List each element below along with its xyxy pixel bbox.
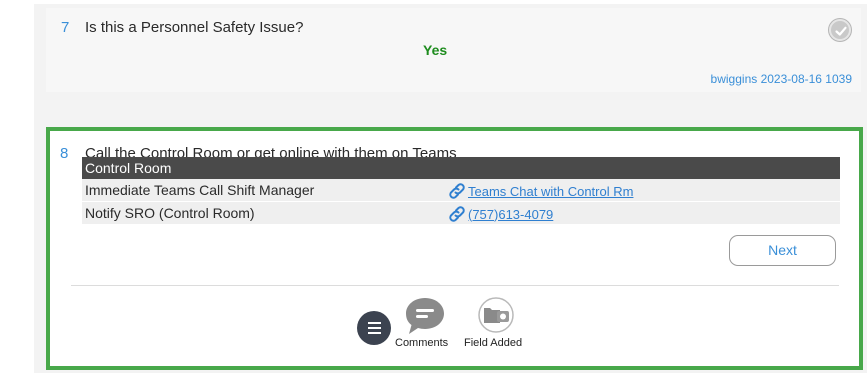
step-number: 7 bbox=[61, 19, 70, 36]
contact-label: Immediate Teams Call Shift Manager bbox=[85, 182, 315, 198]
contact-table: Control Room Immediate Teams Call Shift … bbox=[82, 157, 840, 224]
comments-icon[interactable] bbox=[403, 295, 447, 337]
link-icon bbox=[449, 183, 465, 199]
contact-table-header: Control Room bbox=[82, 157, 840, 179]
step-7-card: 7 Is this a Personnel Safety Issue? Yes … bbox=[46, 8, 861, 92]
camera-folder-icon[interactable] bbox=[476, 297, 516, 333]
step-answer: Yes bbox=[423, 42, 448, 58]
check-circle-icon[interactable] bbox=[829, 19, 851, 41]
step-8-card: 8 Call the Control Room or get online wi… bbox=[46, 127, 863, 370]
table-row: Notify SRO (Control Room) (757)613-4079 bbox=[82, 202, 840, 224]
link-icon bbox=[449, 206, 465, 222]
divider bbox=[71, 285, 839, 286]
teams-chat-link[interactable]: Teams Chat with Control Rm bbox=[468, 184, 633, 199]
table-row: Immediate Teams Call Shift Manager Teams… bbox=[82, 179, 840, 201]
next-button[interactable]: Next bbox=[729, 235, 836, 266]
step-number: 8 bbox=[60, 145, 69, 162]
hamburger-menu-icon[interactable] bbox=[357, 311, 391, 345]
comments-label: Comments bbox=[395, 337, 449, 349]
contact-label: Notify SRO (Control Room) bbox=[85, 205, 255, 221]
step-question: Is this a Personnel Safety Issue? bbox=[85, 19, 304, 36]
phone-link[interactable]: (757)613-4079 bbox=[468, 207, 553, 222]
field-added-label: Field Added bbox=[464, 337, 523, 349]
step-signoff[interactable]: bwiggins 2023-08-16 1039 bbox=[711, 72, 852, 86]
